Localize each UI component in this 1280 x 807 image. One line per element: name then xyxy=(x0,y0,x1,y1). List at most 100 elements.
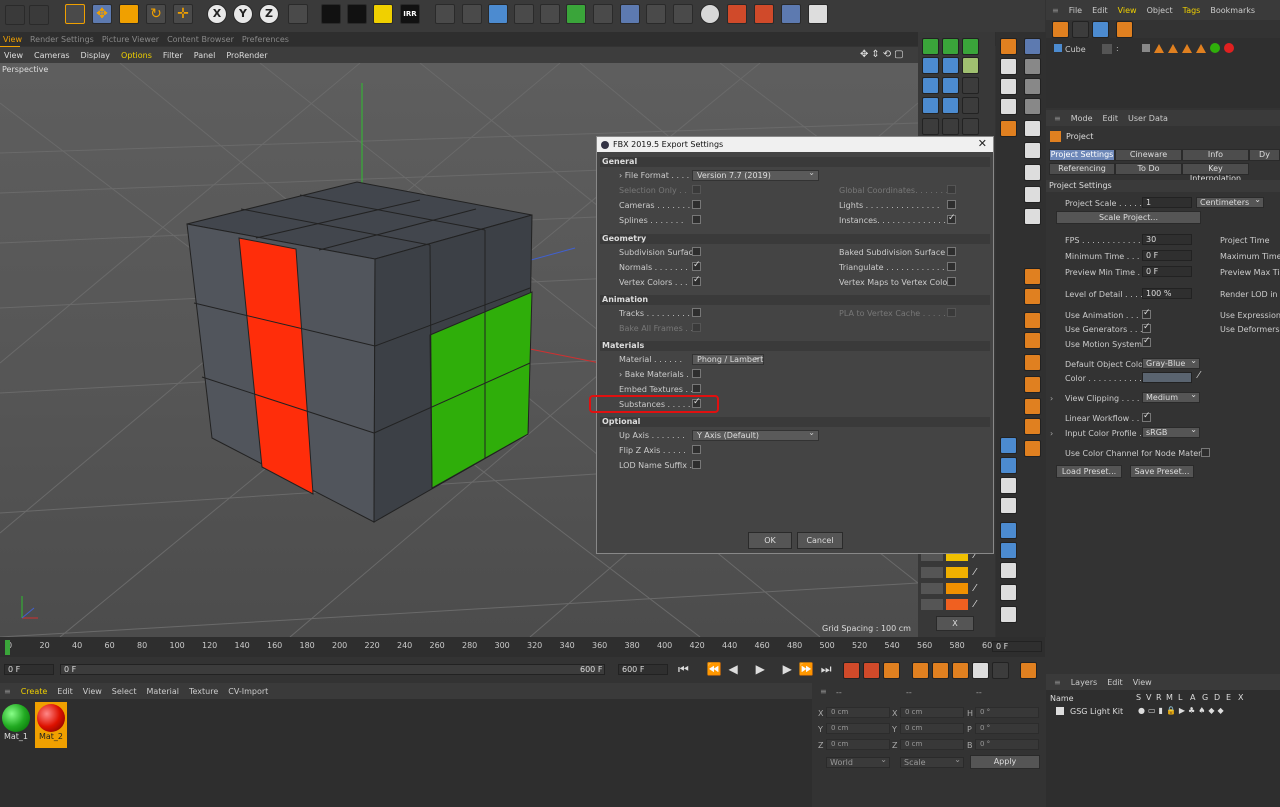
rot-b-input[interactable]: 0 ° xyxy=(975,739,1039,750)
file-format-dropdown[interactable]: Version 7.7 (2019) xyxy=(692,168,819,181)
vertex-colors-checkbox[interactable] xyxy=(692,275,701,286)
baked-subdivision-checkbox[interactable] xyxy=(947,247,956,256)
load-preset-button[interactable]: Load Preset... xyxy=(1056,465,1122,478)
camera-tool-icon[interactable] xyxy=(942,97,959,114)
swatch-slot[interactable] xyxy=(921,567,943,578)
blue-shape-icon[interactable] xyxy=(1000,437,1017,454)
right-arrow-icon[interactable] xyxy=(1024,332,1041,349)
spline-pen-icon[interactable] xyxy=(435,4,455,24)
mat-menu-edit[interactable]: Edit xyxy=(57,687,73,696)
position-key-icon[interactable] xyxy=(912,662,929,679)
up-level-icon[interactable] xyxy=(1116,21,1133,38)
down-arrow-icon[interactable] xyxy=(1024,418,1041,435)
effector-tool-icon[interactable] xyxy=(942,77,959,94)
size-mode-dropdown[interactable]: Scale xyxy=(900,755,964,768)
om-menu-bookmarks[interactable]: Bookmarks xyxy=(1210,6,1255,15)
coord-system-dropdown[interactable]: World xyxy=(826,755,890,768)
swatch-red-orange[interactable] xyxy=(946,599,968,610)
layout-quad-icon[interactable] xyxy=(1024,142,1041,159)
project-scale-input[interactable]: 1 xyxy=(1142,197,1192,208)
zero-counter-icon-3[interactable] xyxy=(1000,606,1017,623)
layers-menu-layers[interactable]: Layers xyxy=(1071,678,1097,687)
start-frame-field[interactable]: 0 F xyxy=(4,664,54,675)
layout-vertical-icon[interactable] xyxy=(1024,186,1041,203)
view-clipping-expander-icon[interactable]: › xyxy=(1050,394,1053,403)
layout-triple-icon[interactable] xyxy=(1024,208,1041,225)
global-coords-checkbox[interactable] xyxy=(947,185,956,194)
layout-single-icon[interactable] xyxy=(1024,120,1041,137)
use-motion-checkbox[interactable] xyxy=(1142,336,1151,347)
triangulate-checkbox[interactable] xyxy=(947,262,956,271)
color-swatch[interactable] xyxy=(1142,372,1192,383)
transport-buttons[interactable]: ⏮ ⏪◀ ▶ ▶⏩⏭ xyxy=(678,662,839,677)
select-icon[interactable] xyxy=(65,4,85,24)
blue-cube-icon[interactable] xyxy=(1000,457,1017,474)
tab-to-do[interactable]: To Do xyxy=(1115,163,1182,175)
nurbs-tool-icon[interactable] xyxy=(962,38,979,55)
layout-horizontal-icon[interactable] xyxy=(1024,164,1041,181)
range-slider[interactable]: 0 F xyxy=(60,664,605,675)
min-time-input[interactable]: 0 F xyxy=(1142,250,1192,261)
tab-render-settings[interactable]: Render Settings xyxy=(30,35,94,44)
search-object-icon[interactable] xyxy=(1092,21,1109,38)
deformer-tool-icon[interactable] xyxy=(942,57,959,74)
blue-sphere-icon[interactable] xyxy=(1000,542,1017,559)
move-icon[interactable]: ✥ xyxy=(92,4,112,24)
size-z-input[interactable]: 0 cm xyxy=(900,739,964,750)
make-editable-icon[interactable] xyxy=(1000,38,1017,55)
fps-input[interactable]: 30 xyxy=(1142,234,1192,245)
layers-menu-view[interactable]: View xyxy=(1133,678,1152,687)
tab-referencing[interactable]: Referencing xyxy=(1049,163,1115,175)
preview-min-input[interactable]: 0 F xyxy=(1142,266,1192,277)
layer-toggle-icons[interactable]: ●▭▮🔒▶♣♠◆◆ xyxy=(1138,706,1227,715)
mat-menu-view[interactable]: View xyxy=(83,687,102,696)
null-object-icon[interactable] xyxy=(1024,288,1041,305)
spline-tool-icon[interactable] xyxy=(942,38,959,55)
left-arrow-icon[interactable] xyxy=(1024,312,1041,329)
tab-info[interactable]: Info xyxy=(1182,149,1249,161)
linear-workflow-checkbox[interactable] xyxy=(1142,411,1151,422)
coordinate-system-icon[interactable] xyxy=(288,4,308,24)
object-row-cube[interactable]: Cube xyxy=(1054,44,1086,54)
tag-tool-icon[interactable] xyxy=(962,97,979,114)
field-tool-icon[interactable] xyxy=(962,77,979,94)
subdivision-icon[interactable] xyxy=(540,4,560,24)
swatch-amber[interactable] xyxy=(946,567,968,578)
mat-menu-create[interactable]: Create xyxy=(21,687,48,696)
camera-icon[interactable] xyxy=(673,4,693,24)
uvw-tag-icon[interactable] xyxy=(1168,44,1178,53)
material-tag-green-icon[interactable] xyxy=(1210,43,1220,53)
ok-button[interactable]: OK xyxy=(748,532,792,549)
floor-icon[interactable] xyxy=(646,4,666,24)
script-icon[interactable] xyxy=(754,4,774,24)
instances-checkbox[interactable] xyxy=(947,213,956,224)
swatch-slot[interactable] xyxy=(921,599,943,610)
z-axis-button[interactable]: Z xyxy=(259,4,279,24)
primitive-tool-icon[interactable] xyxy=(922,38,939,55)
transform-icon[interactable]: ✛ xyxy=(173,4,193,24)
viewport-layout-icon[interactable] xyxy=(781,4,801,24)
om-menu-object[interactable]: Object xyxy=(1147,6,1173,15)
om-menu-file[interactable]: File xyxy=(1069,6,1082,15)
selection-only-checkbox[interactable] xyxy=(692,185,701,194)
point-mode-icon[interactable] xyxy=(1024,58,1041,75)
cameras-checkbox[interactable] xyxy=(692,200,701,209)
up-arrow-icon[interactable] xyxy=(1024,398,1041,415)
view-clipping-dropdown[interactable]: Medium xyxy=(1142,390,1200,403)
home-icon[interactable] xyxy=(1052,21,1069,38)
project-scale-unit-dropdown[interactable]: Centimeters xyxy=(1196,195,1264,208)
white-cylinder-icon[interactable] xyxy=(1000,477,1017,494)
cube-primitive-icon[interactable] xyxy=(488,4,508,24)
input-profile-dropdown[interactable]: sRGB xyxy=(1142,425,1200,438)
lights-checkbox[interactable] xyxy=(947,200,956,209)
workplane-tool-icon[interactable] xyxy=(942,118,959,135)
close-icon[interactable]: ✕ xyxy=(978,137,987,150)
rot-p-input[interactable]: 0 ° xyxy=(975,723,1039,734)
material-mat-1[interactable]: Mat_1 xyxy=(0,702,32,748)
rot-h-input[interactable]: 0 ° xyxy=(975,707,1039,718)
timeline-window-icon[interactable] xyxy=(1020,662,1037,679)
tab-picture-viewer[interactable]: Picture Viewer xyxy=(102,35,159,44)
param-key-icon[interactable] xyxy=(972,662,989,679)
apply-button[interactable]: Apply xyxy=(970,755,1040,769)
tracks-checkbox[interactable] xyxy=(692,308,701,317)
